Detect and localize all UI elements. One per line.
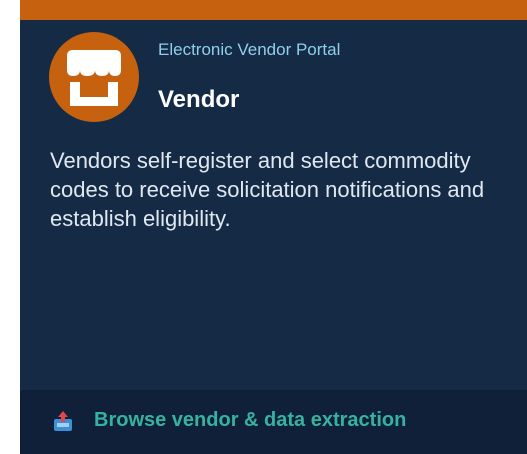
card-description: Vendors self-register and select commodi… [50, 148, 485, 231]
storefront-icon [49, 32, 139, 122]
browse-vendor-link[interactable]: Browse vendor & data extraction [94, 409, 406, 432]
browse-vendor-link-bar[interactable]: Browse vendor & data extraction [20, 390, 527, 454]
card-subtitle: Electronic Vendor Portal [158, 40, 341, 59]
card-accent-bar [20, 0, 527, 20]
upload-tray-icon [52, 410, 74, 432]
vendor-card: Electronic Vendor Portal Vendor Vendors … [20, 0, 527, 454]
card-title: Vendor [158, 86, 240, 113]
